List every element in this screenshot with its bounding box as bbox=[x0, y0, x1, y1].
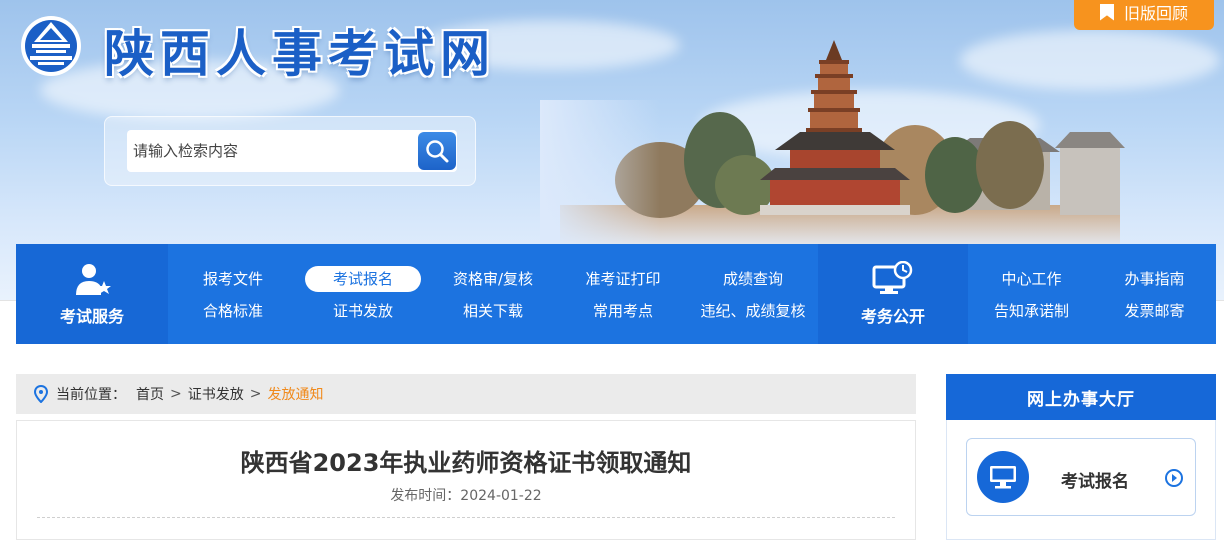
nav-item-qualification-review[interactable]: 资格审/复核 bbox=[428, 266, 558, 292]
nav-item-admission-ticket[interactable]: 准考证打印 bbox=[558, 266, 688, 292]
nav-item-invoice-mailing[interactable]: 发票邮寄 bbox=[1093, 298, 1216, 324]
sidebar-card-label: 考试报名 bbox=[1061, 472, 1129, 492]
site-title[interactable]: 陕西人事考试网 bbox=[104, 14, 496, 86]
nav-item-center-work[interactable]: 中心工作 bbox=[970, 266, 1093, 292]
article-panel: 陕西省2023年执业药师资格证书领取通知 发布时间：2024-01-22 bbox=[16, 420, 916, 540]
nav-item-violation-review[interactable]: 违纪、成绩复核 bbox=[688, 298, 818, 324]
article-divider bbox=[37, 517, 895, 518]
exam-service-block[interactable]: 考试服务 bbox=[16, 244, 168, 344]
breadcrumb-current: 发放通知 bbox=[267, 387, 324, 403]
nav-item-application-docs[interactable]: 报考文件 bbox=[168, 266, 298, 292]
location-pin-icon bbox=[34, 385, 48, 403]
breadcrumb-separator: > bbox=[249, 386, 262, 402]
nav-row-2: 合格标准 证书发放 相关下载 常用考点 违纪、成绩复核 bbox=[168, 298, 818, 324]
online-service-hall-title: 网上办事大厅 bbox=[946, 374, 1216, 420]
old-version-label: 旧版回顾 bbox=[1123, 4, 1188, 23]
breadcrumb-separator: > bbox=[170, 386, 182, 402]
old-version-button[interactable]: 旧版回顾 bbox=[1074, 0, 1214, 30]
monitor-clock-icon bbox=[872, 261, 913, 294]
nav-item-exam-venues[interactable]: 常用考点 bbox=[558, 298, 688, 324]
nav-item-commitment-system[interactable]: 告知承诺制 bbox=[970, 298, 1093, 324]
article-title: 陕西省2023年执业药师资格证书领取通知 bbox=[240, 449, 692, 477]
nav-right-row-1: 中心工作 办事指南 bbox=[970, 266, 1216, 292]
site-logo-icon bbox=[21, 16, 81, 76]
exam-affairs-public-block[interactable]: 考务公开 bbox=[818, 244, 968, 344]
nav-item-pass-standard[interactable]: 合格标准 bbox=[168, 298, 298, 324]
exam-service-label: 考试服务 bbox=[59, 307, 124, 326]
nav-item-exam-registration[interactable]: 考试报名 bbox=[305, 266, 421, 292]
nav-right-links: 中心工作 办事指南 告知承诺制 发票邮寄 bbox=[970, 244, 1216, 344]
nav-right-row-2: 告知承诺制 发票邮寄 bbox=[970, 298, 1216, 324]
monitor-icon-circle bbox=[977, 451, 1029, 503]
nav-item-downloads[interactable]: 相关下载 bbox=[428, 298, 558, 324]
search-icon bbox=[426, 140, 449, 163]
search-input[interactable] bbox=[127, 130, 457, 172]
breadcrumb: 当前位置： 首页 > 证书发放 > 发放通知 bbox=[16, 374, 916, 414]
bookmark-icon bbox=[1099, 3, 1114, 21]
search-box bbox=[104, 116, 476, 186]
nav-item-service-guide[interactable]: 办事指南 bbox=[1093, 266, 1216, 292]
exam-affairs-public-label: 考务公开 bbox=[860, 307, 925, 326]
nav-row-1: 报考文件 考试报名 资格审/复核 准考证打印 成绩查询 bbox=[168, 266, 818, 292]
nav-links: 报考文件 考试报名 资格审/复核 准考证打印 成绩查询 合格标准 证书发放 相关… bbox=[168, 244, 818, 344]
breadcrumb-certificate-issue[interactable]: 证书发放 bbox=[188, 384, 244, 404]
sidebar-exam-registration-card[interactable]: 考试报名 bbox=[966, 438, 1196, 516]
monitor-icon bbox=[990, 466, 1016, 489]
arrow-right-icon bbox=[1165, 469, 1183, 487]
nav-item-certificate-issue[interactable]: 证书发放 bbox=[298, 298, 428, 324]
search-button[interactable] bbox=[418, 132, 456, 170]
main-nav: 考试服务 报考文件 考试报名 资格审/复核 准考证打印 成绩查询 合格标准 证书… bbox=[16, 244, 1216, 344]
breadcrumb-prefix: 当前位置： bbox=[56, 387, 126, 403]
user-star-icon bbox=[76, 264, 111, 295]
article-publish-date: 发布时间：2024-01-22 bbox=[390, 488, 542, 504]
breadcrumb-home[interactable]: 首页 bbox=[136, 384, 164, 404]
nav-item-score-query[interactable]: 成绩查询 bbox=[688, 266, 818, 292]
